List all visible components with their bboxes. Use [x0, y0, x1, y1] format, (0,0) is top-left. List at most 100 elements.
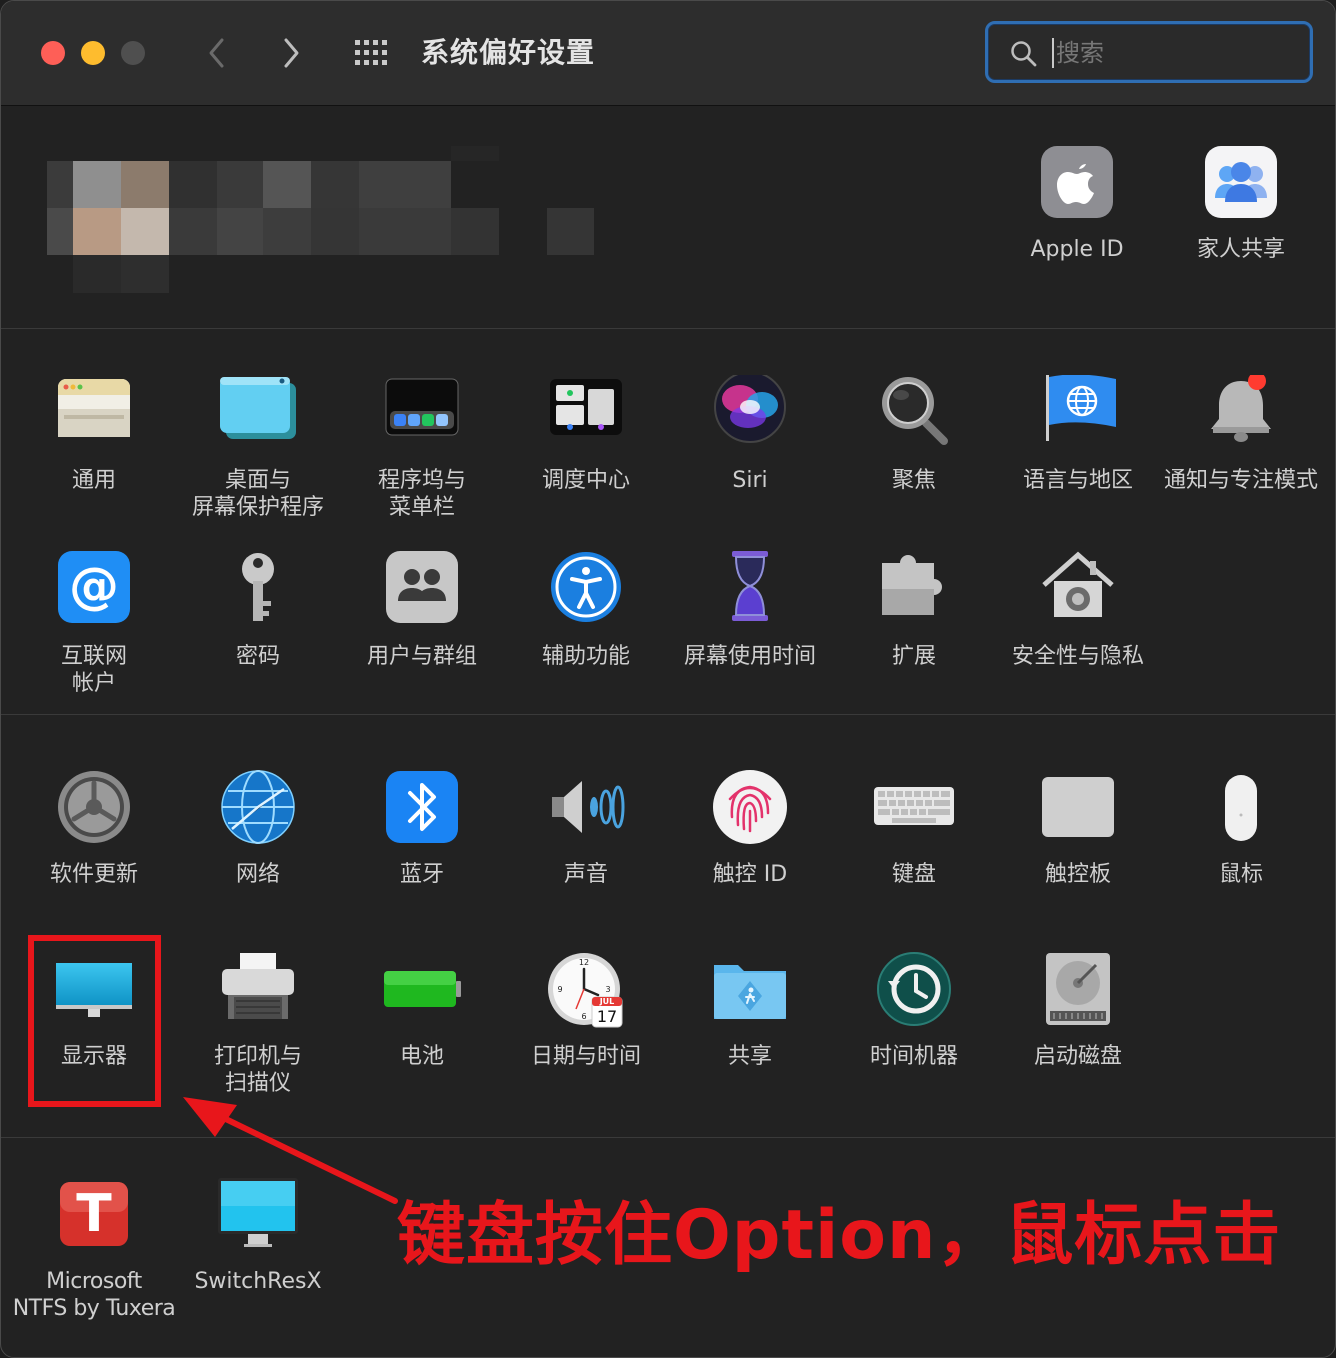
pane-label: 互联网 帐户 — [60, 644, 127, 696]
pane-security-privacy[interactable]: 安全性与隐私 — [996, 551, 1160, 670]
screen-time-icon — [710, 551, 790, 631]
pane-sharing[interactable]: 共享 — [668, 951, 832, 1070]
zoom-window-button[interactable] — [121, 41, 145, 65]
svg-text:12: 12 — [579, 958, 589, 967]
annotation-arrow-icon — [183, 1097, 398, 1204]
pane-label: 启动磁盘 — [1033, 1044, 1122, 1069]
pane-dock-menubar[interactable]: 程序坞与 菜单栏 — [340, 375, 504, 521]
users-groups-icon — [382, 551, 462, 631]
pane-passwords[interactable]: 密码 — [176, 551, 340, 670]
chevron-right-icon — [284, 38, 299, 68]
desktop-screensaver-icon — [218, 375, 298, 455]
search-placeholder: 搜索 — [1056, 39, 1104, 67]
svg-text:6: 6 — [581, 1012, 586, 1021]
calendar-day-label: 17 — [596, 1007, 618, 1026]
pane-time-machine[interactable]: 时间机器 — [832, 951, 996, 1070]
pane-screen-time[interactable]: 屏幕使用时间 — [668, 551, 832, 670]
minimize-window-button[interactable] — [81, 41, 105, 65]
family-sharing-icon — [1201, 144, 1281, 224]
language-region-icon — [1038, 375, 1118, 455]
printers-scanners-icon — [218, 951, 298, 1031]
battery-icon — [382, 951, 462, 1031]
pane-label: 打印机与 扫描仪 — [213, 1044, 302, 1096]
forward-button[interactable] — [271, 31, 311, 75]
sharing-icon — [710, 951, 790, 1031]
pane-trackpad[interactable]: 触控板 — [996, 769, 1160, 888]
pane-bluetooth[interactable]: 蓝牙 — [340, 769, 504, 888]
back-button[interactable] — [197, 31, 237, 75]
tuxera-glyph: T — [76, 1184, 112, 1244]
pane-language-region[interactable]: 语言与地区 — [996, 375, 1160, 494]
search-field[interactable]: 搜索 — [985, 21, 1313, 83]
pane-date-time[interactable]: 12 3 6 9 JUL 17 日期与时间 — [504, 951, 668, 1070]
pane-label: 家人共享 — [1196, 237, 1285, 262]
pane-printers-scanners[interactable]: 打印机与 扫描仪 — [176, 951, 340, 1097]
pane-label: 时间机器 — [869, 1044, 958, 1069]
notifications-icon — [1201, 375, 1281, 455]
pane-label: SwitchResX — [194, 1269, 322, 1294]
pane-desktop-screensaver[interactable]: 桌面与 屏幕保护程序 — [176, 375, 340, 521]
pane-battery[interactable]: 电池 — [340, 951, 504, 1070]
pane-label: 通用 — [71, 468, 116, 493]
pane-keyboard[interactable]: 键盘 — [832, 769, 996, 888]
svg-text:9: 9 — [557, 985, 562, 994]
pane-spotlight[interactable]: 聚焦 — [832, 375, 996, 494]
pane-label: 日期与时间 — [530, 1044, 641, 1069]
pane-sound[interactable]: 声音 — [504, 769, 668, 888]
grid-icon — [355, 40, 387, 65]
calendar-month-label: JUL — [599, 997, 615, 1006]
pane-general[interactable]: 通用 — [12, 375, 176, 494]
pane-extensions[interactable]: 扩展 — [832, 551, 996, 670]
pane-siri[interactable]: Siri — [668, 375, 832, 494]
bluetooth-icon — [382, 769, 462, 849]
hardware-prefs-section: 软件更新 网络 蓝牙 声音 触控 ID 键盘 触控板 鼠标 显示器 打印机与 扫… — [1, 715, 1335, 1138]
pane-software-update[interactable]: 软件更新 — [12, 769, 176, 888]
close-window-button[interactable] — [41, 41, 65, 65]
pane-label: 电池 — [399, 1044, 444, 1069]
pane-label: 语言与地区 — [1022, 468, 1133, 493]
apple-id-icon — [1037, 144, 1117, 224]
startup-disk-icon — [1038, 951, 1118, 1031]
pane-label: 用户与群组 — [366, 644, 477, 669]
text-caret — [1052, 38, 1054, 68]
pane-mission-control[interactable]: 调度中心 — [504, 375, 668, 494]
pane-notifications[interactable]: 通知与专注模式 — [1159, 375, 1323, 494]
pane-label: 通知与专注模式 — [1163, 468, 1318, 493]
software-update-icon — [54, 769, 134, 849]
pane-touch-id[interactable]: 触控 ID — [668, 769, 832, 888]
show-all-button[interactable] — [353, 37, 393, 69]
pane-label: 程序坞与 菜单栏 — [377, 468, 466, 520]
pane-users-groups[interactable]: 用户与群组 — [340, 551, 504, 670]
account-section: Apple ID 家人共享 — [1, 106, 1335, 329]
title-bar: 系统偏好设置 搜索 — [1, 1, 1335, 106]
pane-internet-accounts[interactable]: @ 互联网 帐户 — [12, 551, 176, 697]
pane-label: 聚焦 — [891, 468, 936, 493]
pane-network[interactable]: 网络 — [176, 769, 340, 888]
pane-mouse[interactable]: 鼠标 — [1159, 769, 1323, 888]
pane-label: 密码 — [235, 644, 280, 669]
pane-startup-disk[interactable]: 启动磁盘 — [996, 951, 1160, 1070]
pane-accessibility[interactable]: 辅助功能 — [504, 551, 668, 670]
pane-label: Siri — [732, 468, 768, 493]
time-machine-icon — [874, 951, 954, 1031]
accessibility-icon — [546, 551, 626, 631]
pane-label: 蓝牙 — [399, 862, 444, 887]
pane-label: 辅助功能 — [541, 644, 630, 669]
pane-family-sharing[interactable]: 家人共享 — [1159, 144, 1323, 263]
pane-tuxera-ntfs[interactable]: T Microsoft NTFS by Tuxera — [12, 1178, 176, 1322]
personal-prefs-section: 通用 桌面与 屏幕保护程序 程序坞与 菜单栏 调度中心 Siri 聚焦 语言与地… — [1, 329, 1335, 715]
mission-control-icon — [546, 375, 626, 455]
dock-menubar-icon — [382, 375, 462, 455]
pane-apple-id[interactable]: Apple ID — [995, 144, 1159, 263]
pane-label: 触控 ID — [712, 862, 788, 887]
sound-icon — [546, 769, 626, 849]
keyboard-icon — [874, 769, 954, 849]
pane-label: 安全性与隐私 — [1011, 644, 1144, 669]
pane-label: 共享 — [727, 1044, 772, 1069]
annotation-text: 键盘按住Option，鼠标点击 — [397, 1196, 1282, 1275]
svg-text:@: @ — [69, 557, 119, 615]
general-icon — [54, 375, 134, 455]
touch-id-icon — [710, 769, 790, 849]
network-icon — [218, 769, 298, 849]
chevron-left-icon — [209, 38, 224, 68]
